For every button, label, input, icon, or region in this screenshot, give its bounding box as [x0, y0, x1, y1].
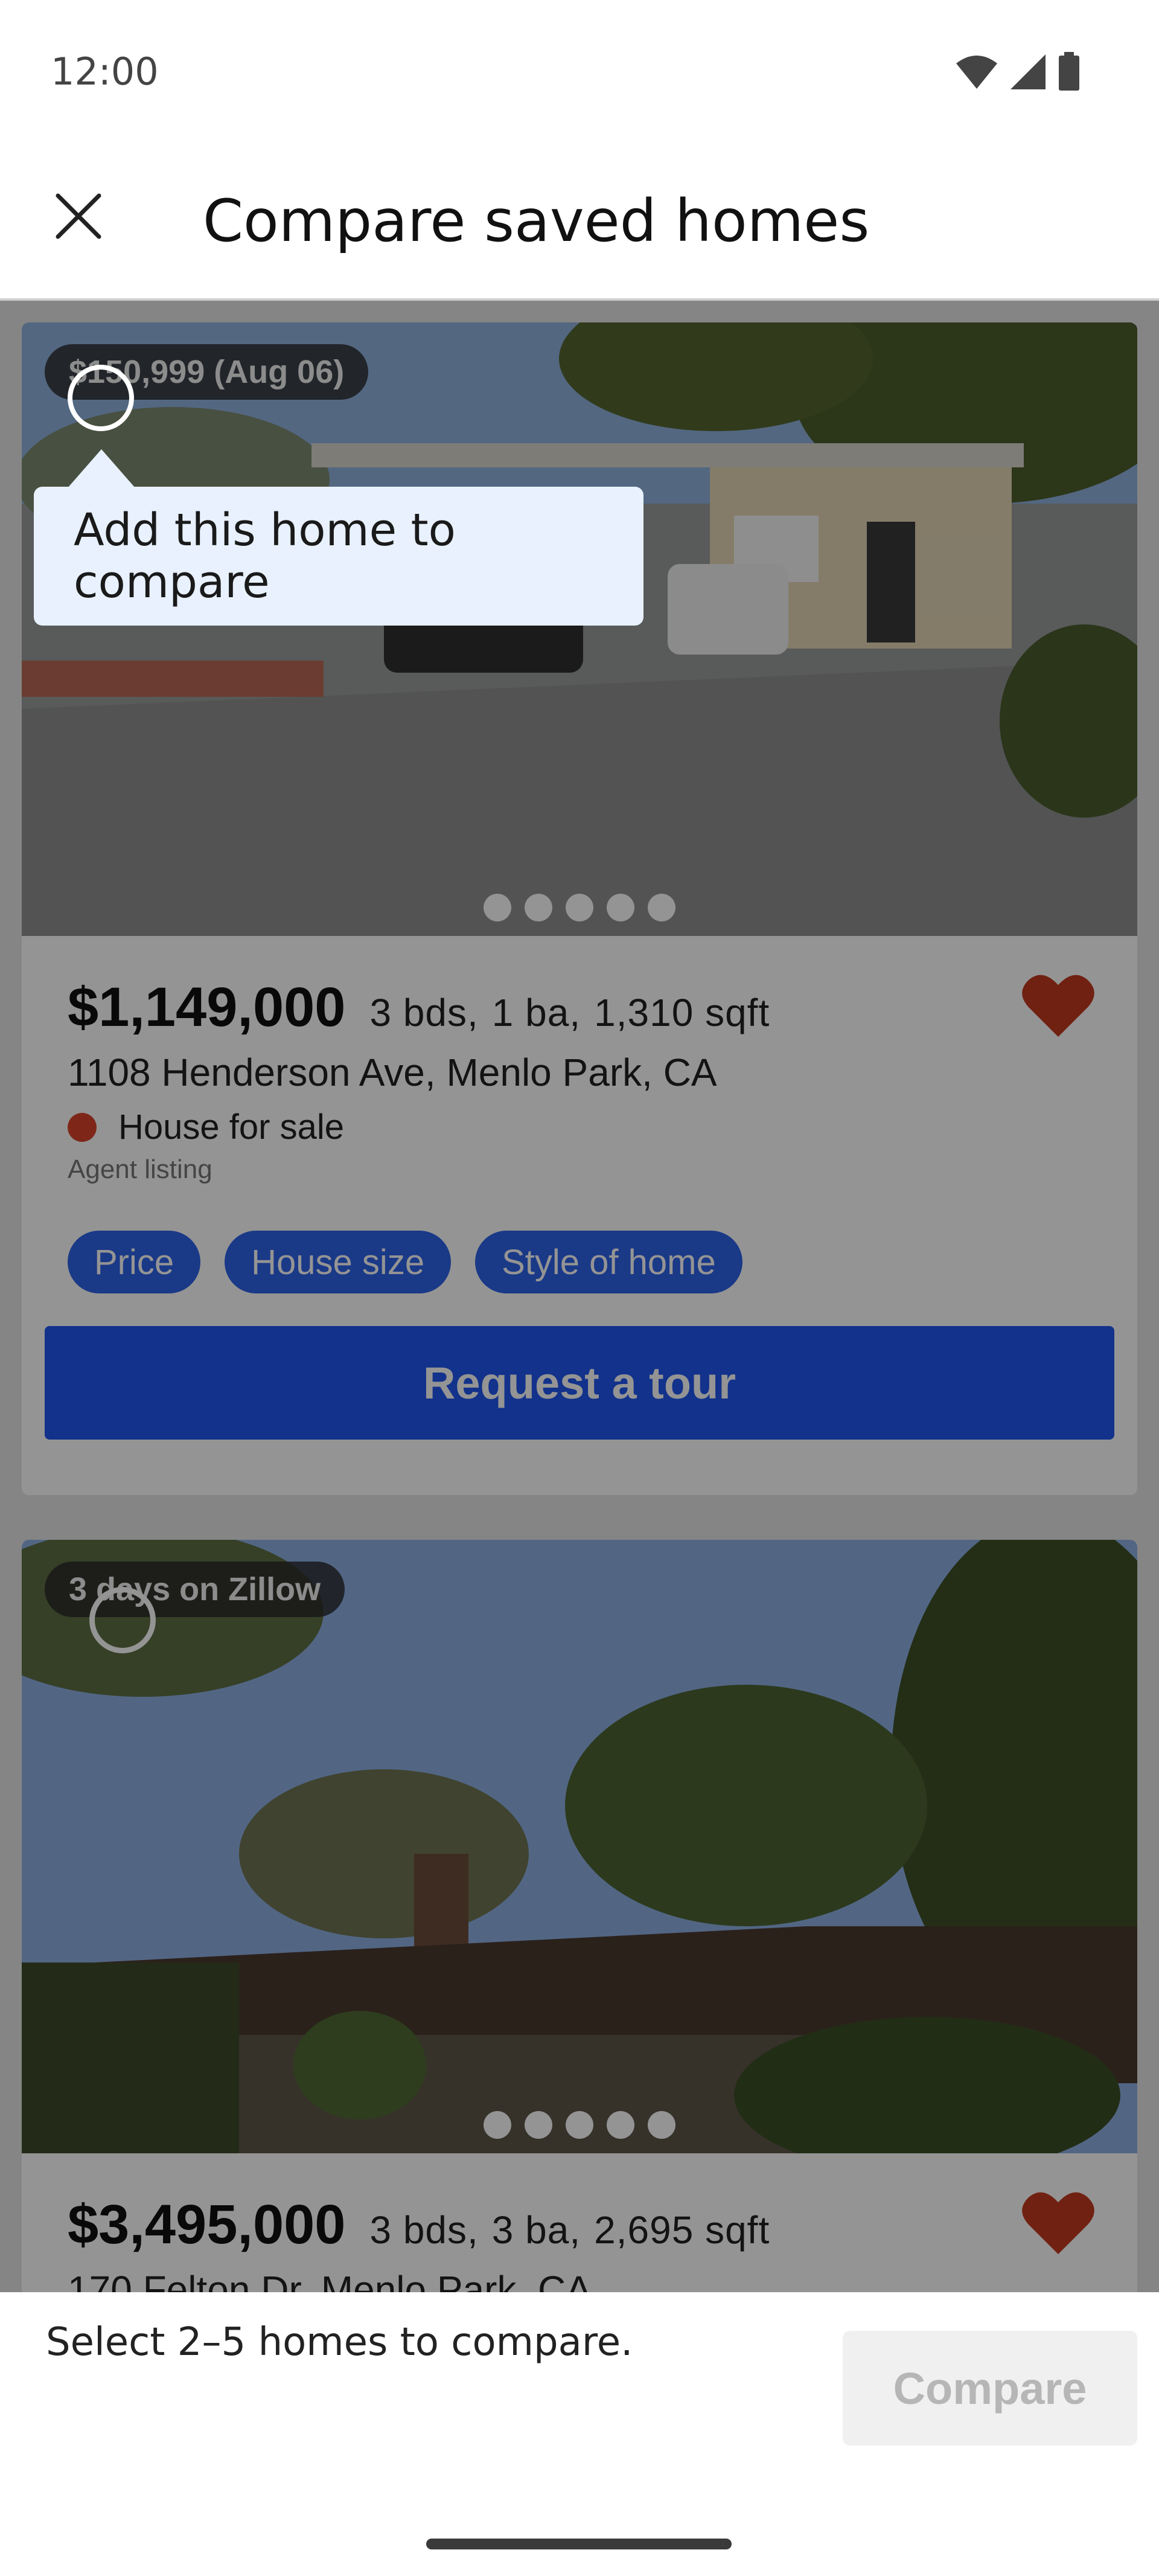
compare-hint: Select 2–5 homes to compare.: [46, 2320, 633, 2365]
page-title: Compare saved homes: [203, 187, 870, 255]
signal-icon: [1011, 54, 1046, 89]
battery-icon: [1059, 52, 1079, 91]
wifi-icon: [956, 56, 997, 89]
close-icon: [56, 193, 101, 239]
compare-button[interactable]: Compare: [843, 2331, 1137, 2446]
close-button[interactable]: [42, 180, 115, 252]
status-icons: [955, 52, 1081, 92]
coach-mark-tooltip: Add this home to compare: [34, 487, 643, 626]
bottom-bar: Select 2–5 homes to compare. Compare: [0, 2292, 1159, 2576]
status-time: 12:00: [51, 50, 159, 94]
compare-select-circle[interactable]: [68, 365, 134, 431]
tooltip-arrow: [68, 449, 135, 488]
home-indicator[interactable]: [426, 2539, 732, 2549]
app-bar: Compare saved homes: [0, 143, 1159, 301]
status-bar: 12:00: [0, 0, 1159, 143]
